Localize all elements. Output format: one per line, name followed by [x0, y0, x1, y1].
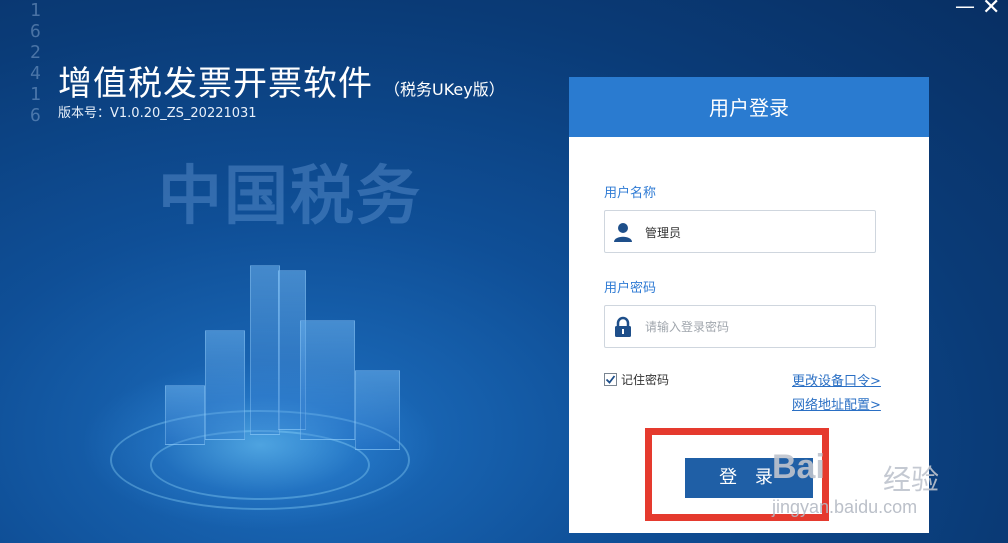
version-label: 版本号：V1.0.20_ZS_20221031 — [58, 106, 257, 121]
app-subtitle: （税务UKey版） — [384, 80, 505, 99]
tax-watermark: 中国税务 — [158, 159, 422, 234]
city-building — [165, 385, 205, 445]
baidu-logo: Bai — [772, 448, 825, 486]
username-label: 用户名称 — [604, 186, 657, 201]
city-building — [250, 265, 280, 435]
username-input[interactable] — [645, 221, 865, 243]
user-icon — [613, 221, 633, 243]
lock-icon — [613, 316, 633, 338]
password-input[interactable] — [645, 316, 865, 338]
app-title: 增值税发票开票软件 — [58, 64, 373, 104]
remember-password[interactable]: 记住密码 — [604, 371, 669, 388]
side-digits: 1 6 2 4 1 6 — [30, 0, 41, 126]
login-header: 用户登录 — [569, 77, 929, 137]
city-building — [355, 370, 400, 450]
minimize-button[interactable]: — — [955, 0, 975, 16]
close-button[interactable]: ✕ — [982, 0, 1000, 19]
remember-label: 记住密码 — [621, 373, 670, 387]
city-building — [300, 320, 355, 440]
baidu-jingyan-text: 经验 — [883, 463, 940, 496]
network-config-link[interactable]: 网络地址配置> — [792, 394, 881, 413]
password-field[interactable] — [604, 305, 876, 348]
city-building — [205, 330, 245, 440]
username-field[interactable] — [604, 210, 876, 253]
password-label: 用户密码 — [604, 281, 657, 296]
remember-checkbox[interactable] — [604, 373, 617, 386]
change-device-pin-link[interactable]: 更改设备口令> — [792, 370, 881, 389]
baidu-url: jingyan.baidu.com — [772, 497, 918, 517]
